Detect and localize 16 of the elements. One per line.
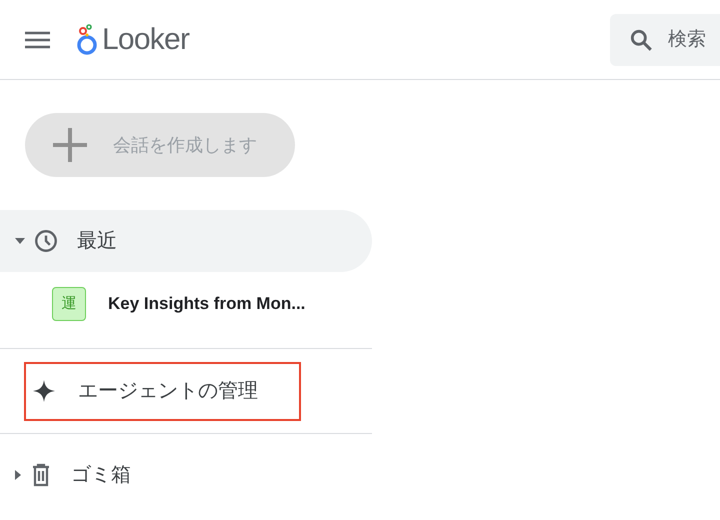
- sparkle-icon: [32, 379, 56, 403]
- caret-icon[interactable]: [15, 238, 25, 244]
- folder-row[interactable]: 最近: [0, 210, 372, 272]
- folder-row[interactable]: ゴミ箱: [0, 444, 372, 506]
- plus-icon: [53, 128, 87, 162]
- conversation-badge: 運: [52, 287, 86, 321]
- menu-icon[interactable]: [25, 30, 50, 48]
- conversation-link[interactable]: Key Insights from Mon...: [108, 291, 306, 317]
- folder-label: 最近: [77, 229, 117, 254]
- caret-icon[interactable]: [15, 470, 21, 480]
- logo-text: Looker: [102, 22, 190, 58]
- folder-label: ゴミ箱: [71, 463, 131, 488]
- logo-icon: [76, 24, 98, 56]
- clock-icon: [33, 228, 59, 254]
- manage-agents-link[interactable]: エージェントの管理: [24, 362, 301, 420]
- search-field[interactable]: 検索: [610, 14, 720, 66]
